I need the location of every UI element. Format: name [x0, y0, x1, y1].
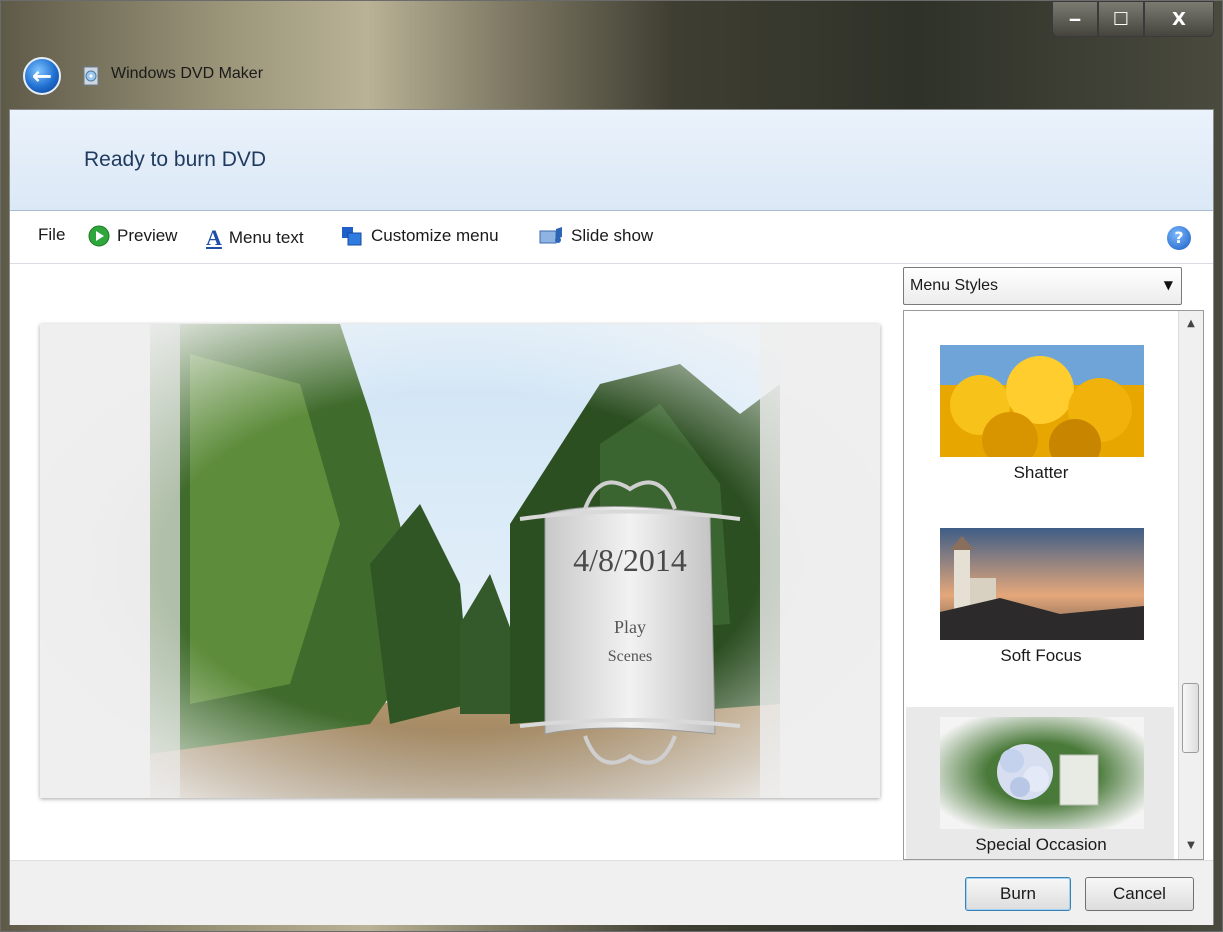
- style-item-soft-focus[interactable]: Soft Focus: [906, 518, 1174, 670]
- style-label-shatter: Shatter: [1013, 463, 1069, 482]
- customize-menu-label: Customize menu: [371, 226, 499, 245]
- dropdown-arrow-icon: ▼: [1163, 278, 1173, 292]
- back-arrow-icon: ←: [31, 62, 53, 90]
- styles-scrollbar[interactable]: ▲ ▼: [1178, 311, 1203, 859]
- preview-panel: 4/8/2014 Play Scenes: [10, 264, 903, 860]
- style-label-soft-focus: Soft Focus: [1000, 646, 1082, 665]
- scroll-down-icon[interactable]: ▼: [1179, 835, 1203, 857]
- toolbar: File Preview A Menu text Customize menu: [10, 211, 1213, 264]
- scroll-up-icon[interactable]: ▲: [1179, 313, 1203, 335]
- shatter-thumbnail: [940, 345, 1144, 457]
- menu-play-link[interactable]: Play: [545, 617, 715, 638]
- cancel-button[interactable]: Cancel: [1085, 877, 1194, 911]
- window-controls: ‒ ☐ X: [1052, 1, 1214, 37]
- close-icon: X: [1172, 8, 1186, 30]
- back-button[interactable]: ←: [23, 57, 61, 95]
- minimize-icon: ‒: [1068, 8, 1082, 30]
- client-area: Ready to burn DVD File Preview A Menu te…: [9, 109, 1214, 925]
- dvd-maker-window: ← Windows DVD Maker ‒ ☐ X Ready to burn …: [0, 0, 1223, 932]
- window-title: Windows DVD Maker: [111, 65, 264, 82]
- scrollbar-thumb[interactable]: [1182, 683, 1199, 753]
- burn-button[interactable]: Burn: [965, 877, 1071, 911]
- soft-focus-thumbnail: [940, 528, 1144, 640]
- minimize-button[interactable]: ‒: [1052, 1, 1098, 37]
- menu-text-label: Menu text: [228, 228, 304, 247]
- special-occasion-thumbnail: [940, 717, 1144, 829]
- menu-styles-dropdown[interactable]: Menu Styles ▼: [903, 267, 1182, 305]
- preview-button[interactable]: Preview: [88, 225, 177, 247]
- menu-preview[interactable]: 4/8/2014 Play Scenes: [40, 324, 880, 798]
- style-item-special-occasion[interactable]: Special Occasion: [906, 707, 1174, 859]
- help-icon[interactable]: ?: [1167, 226, 1191, 250]
- style-item-shatter[interactable]: Shatter: [906, 335, 1174, 487]
- file-menu-label: File: [38, 225, 66, 244]
- page-header: Ready to burn DVD: [10, 110, 1213, 211]
- customize-menu-icon: [342, 227, 362, 246]
- menu-date-title: 4/8/2014: [573, 542, 687, 578]
- menu-text-button[interactable]: A Menu text: [206, 225, 304, 251]
- page-title: Ready to burn DVD: [84, 148, 267, 171]
- text-a-icon: A: [206, 225, 222, 250]
- menu-scenes-link[interactable]: Scenes: [545, 648, 715, 666]
- slide-show-button[interactable]: Slide show: [538, 225, 653, 247]
- maximize-icon: ☐: [1112, 8, 1130, 30]
- title-bar: ← Windows DVD Maker ‒ ☐ X: [1, 1, 1222, 109]
- close-button[interactable]: X: [1144, 1, 1214, 37]
- play-icon: [88, 225, 110, 247]
- style-label-special-occasion: Special Occasion: [975, 835, 1107, 854]
- slide-show-icon: [539, 227, 562, 244]
- maximize-button[interactable]: ☐: [1098, 1, 1144, 37]
- preview-scene-image: [40, 324, 880, 798]
- menu-styles-list: Shatter Soft Focus Special Occasion ▲ ▼: [903, 310, 1204, 860]
- customize-menu-button[interactable]: Customize menu: [340, 225, 499, 247]
- menu-styles-selected: Menu Styles: [910, 277, 999, 294]
- footer-bar: Burn Cancel: [10, 860, 1213, 925]
- dvd-maker-app-icon: [83, 66, 99, 86]
- file-menu[interactable]: File: [38, 225, 65, 245]
- preview-label: Preview: [117, 226, 178, 245]
- slide-show-label: Slide show: [571, 226, 654, 245]
